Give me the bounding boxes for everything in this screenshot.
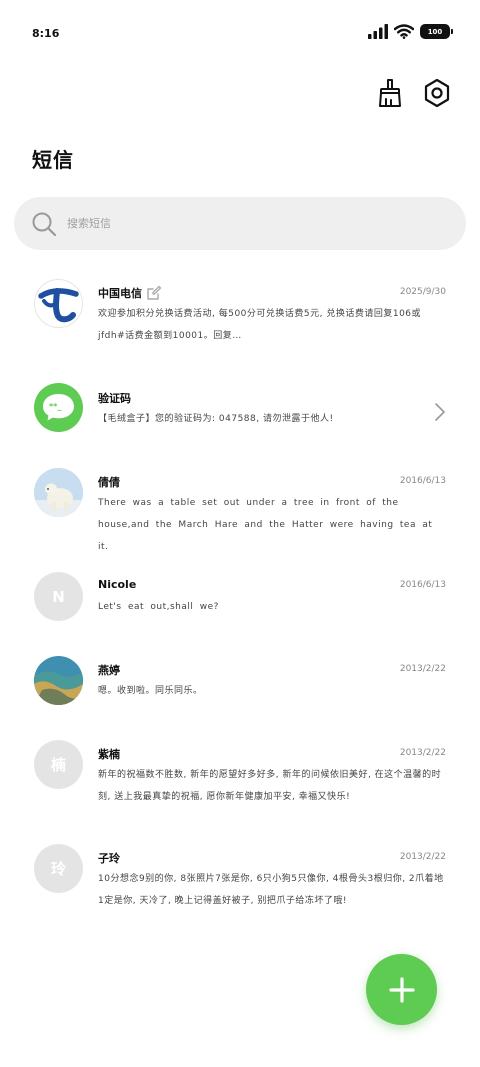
polar-bear-photo-icon bbox=[34, 468, 83, 517]
search-bar[interactable] bbox=[14, 197, 466, 250]
avatar: 楠 bbox=[34, 740, 83, 789]
list-item[interactable]: 中国电信 2025/9/30 欢迎参加积分兑换话费活动, 每500分可兑换话费5… bbox=[0, 262, 480, 367]
message-preview: 欢迎参加积分兑换话费活动, 每500分可兑换话费5元, 兑换话费请回复106或j… bbox=[98, 309, 422, 341]
avatar: 玲 bbox=[34, 844, 83, 893]
message-date: 2016/6/13 bbox=[399, 580, 446, 590]
page-title: 短信 bbox=[32, 148, 74, 172]
signal-icon bbox=[368, 24, 388, 39]
broom-icon bbox=[379, 79, 401, 107]
battery-level: 100 bbox=[427, 27, 443, 36]
list-item[interactable]: 玲 子玲 2013/2/22 10分想念9别的你, 8张照片7张是你, 6只小狗… bbox=[0, 827, 480, 931]
message-date: 2013/2/22 bbox=[399, 748, 446, 758]
landscape-photo-icon bbox=[34, 656, 83, 705]
top-actions bbox=[376, 78, 452, 108]
china-telecom-logo-icon bbox=[38, 288, 79, 323]
message-preview: 10分想念9别的你, 8张照片7张是你, 6只小狗5只像你, 4根骨头3根归你,… bbox=[98, 874, 444, 906]
contact-name: 紫楠 bbox=[98, 748, 120, 761]
contact-name: 倩倩 bbox=[98, 476, 120, 489]
message-date: 2013/2/22 bbox=[399, 852, 446, 862]
wifi-icon bbox=[394, 24, 414, 39]
status-icons: 100 bbox=[368, 24, 453, 39]
list-item[interactable]: 燕婷 2013/2/22 嗯。收到啦。同乐同乐。 bbox=[0, 639, 480, 723]
contact-name: Nicole bbox=[98, 578, 137, 591]
message-preview: 【毛绒盒子】您的验证码为: 047588, 请勿泄露于他人! bbox=[98, 414, 334, 424]
settings-hexagon-icon bbox=[424, 78, 450, 108]
message-date: 2025/9/30 bbox=[399, 287, 446, 297]
status-bar: 8:16 100 bbox=[0, 0, 480, 68]
message-list: 中国电信 2025/9/30 欢迎参加积分兑换话费活动, 每500分可兑换话费5… bbox=[0, 262, 480, 906]
search-input[interactable] bbox=[67, 217, 407, 230]
message-preview: There was a table set out under a tree i… bbox=[98, 498, 433, 552]
contact-name: 验证码 bbox=[98, 392, 131, 405]
search-icon bbox=[32, 212, 57, 236]
message-preview: 嗯。收到啦。同乐同乐。 bbox=[98, 686, 203, 696]
plus-icon bbox=[388, 976, 415, 1003]
avatar bbox=[34, 656, 83, 705]
list-item[interactable]: 倩倩 2016/6/13 There was a table set out u… bbox=[0, 451, 480, 555]
list-item[interactable]: 楠 紫楠 2013/2/22 新年的祝福数不胜数, 新年的愿望好多好多, 新年的… bbox=[0, 723, 480, 827]
message-date: 2013/2/22 bbox=[399, 664, 446, 674]
battery-indicator: 100 bbox=[420, 24, 453, 39]
avatar: **_ bbox=[34, 383, 83, 432]
contact-name: 中国电信 bbox=[98, 285, 162, 301]
svg-text:**_: **_ bbox=[49, 402, 61, 411]
message-date: 2016/6/13 bbox=[399, 476, 446, 486]
avatar bbox=[34, 468, 83, 517]
list-item[interactable]: N Nicole 2016/6/13 Let's eat out,shall w… bbox=[0, 555, 480, 639]
message-preview: 新年的祝福数不胜数, 新年的愿望好多好多, 新年的问候依旧美好, 在这个温馨的时… bbox=[98, 770, 442, 802]
message-bubble-icon: **_ bbox=[43, 394, 74, 421]
avatar bbox=[34, 279, 83, 328]
contact-name: 燕婷 bbox=[98, 664, 120, 677]
contact-name: 子玲 bbox=[98, 852, 120, 865]
avatar: N bbox=[34, 572, 83, 621]
list-item[interactable]: **_ 验证码 【毛绒盒子】您的验证码为: 047588, 请勿泄露于他人! bbox=[0, 367, 480, 451]
new-message-button[interactable] bbox=[366, 954, 437, 1025]
chevron-right-icon bbox=[435, 403, 445, 421]
edit-note-icon bbox=[147, 285, 162, 300]
settings-button[interactable] bbox=[422, 78, 452, 108]
clean-button[interactable] bbox=[376, 78, 406, 108]
message-preview: Let's eat out,shall we? bbox=[98, 602, 219, 612]
status-time: 8:16 bbox=[32, 27, 60, 40]
